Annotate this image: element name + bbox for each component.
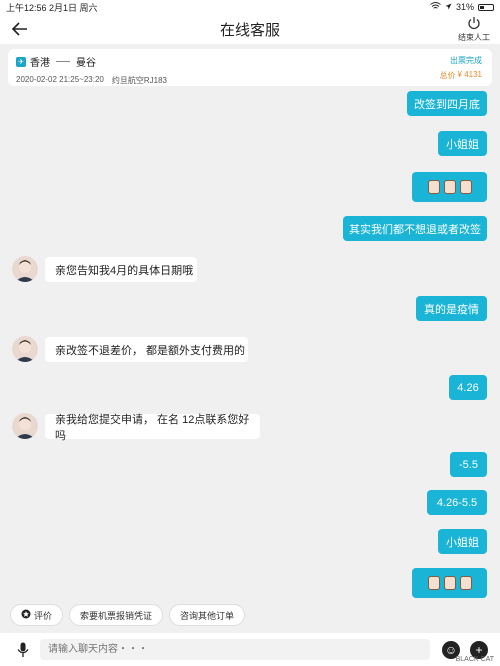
status-time-date: 上午12:56 2月1日 周六 [6,1,430,14]
message-incoming: 亲改签不退差价， 都是额外支付费用的 [45,337,248,362]
price-value: ¥ 4131 [457,70,482,79]
end-session-button[interactable]: 结束人工 [458,16,490,43]
message-incoming: 亲您告知我4月的具体日期哦 [45,257,197,282]
flight-datetime: 2020-02-02 21:25~23:20 [16,75,104,84]
message-outgoing: -5.5 [450,452,487,477]
chat-area[interactable]: 改签到四月底 小姐姐 其实我们都不想退或者改签 亲您告知我4月的具体日期哦 真的… [0,86,500,598]
order-detail: 2020-02-02 21:25~23:20 约旦航空RJ183 [16,75,484,86]
airline-logo-icon: ✈ [16,56,26,67]
message-outgoing-sticker [412,568,487,598]
message-incoming: 亲我给您提交申请， 在名 12点联系您好吗 [45,414,260,442]
order-status: 出票完成 [450,56,482,65]
sticker-icon [427,180,472,194]
input-bar: ☺ + BLACK CAT [0,633,500,666]
status-bar: 上午12:56 2月1日 周六 31% [0,0,500,14]
power-icon [467,16,481,32]
message-outgoing: 小姐姐 [438,131,487,156]
status-time: 上午12:56 [6,2,47,13]
request-receipt-button[interactable]: 索要机票报销凭证 [69,604,164,626]
agent-avatar[interactable] [12,413,38,439]
message-outgoing: 小姐姐 [438,529,487,554]
message-outgoing: 其实我们都不想退或者改签 [343,216,487,241]
wifi-icon [430,2,441,12]
watermark: BLACK CAT [455,656,494,663]
order-route: ✈ 香港 曼谷 [16,54,484,69]
status-date: 2月1日 周六 [49,2,98,13]
route-from: 香港 [30,58,50,69]
battery-icon [478,3,494,11]
nav-bar: 在线客服 结束人工 [0,14,500,44]
agent-avatar[interactable] [12,256,38,282]
microphone-icon[interactable] [14,641,32,659]
location-icon [445,2,452,12]
other-orders-button[interactable]: 咨询其他订单 [169,604,246,626]
agent-avatar[interactable] [12,336,38,362]
battery-percent: 31% [455,2,474,12]
quick-actions: 评价 索要机票报销凭证 咨询其他订单 [0,600,500,630]
sticker-icon [427,576,472,590]
message-outgoing: 真的是疫情 [416,296,487,321]
order-price: 总价 ¥ 4131 [440,70,482,81]
message-outgoing: 4.26 [449,375,487,400]
message-outgoing: 4.26-5.5 [427,490,487,515]
route-divider [56,61,70,62]
rate-label: 评价 [34,610,53,621]
message-outgoing: 改签到四月底 [407,91,487,116]
order-card[interactable]: ✈ 香港 曼谷 2020-02-02 21:25~23:20 约旦航空RJ183… [8,49,492,86]
chat-input[interactable] [40,639,430,660]
message-outgoing-sticker [412,172,487,202]
page-title: 在线客服 [219,21,280,39]
status-indicators: 31% [430,2,494,12]
price-label: 总价 [439,71,456,80]
rate-icon [21,609,31,621]
back-arrow-icon[interactable] [10,19,30,39]
route-to: 曼谷 [76,58,96,69]
rate-button[interactable]: 评价 [10,604,64,626]
flight-number: 约旦航空RJ183 [111,76,167,85]
end-session-label: 结束人工 [458,33,490,42]
